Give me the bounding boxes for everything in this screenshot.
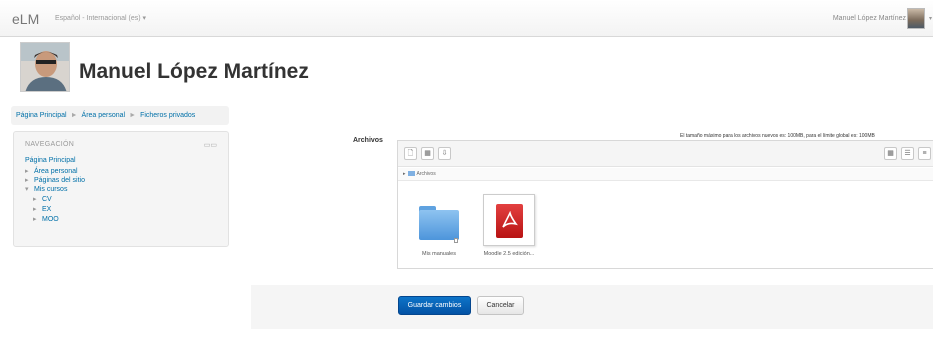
nav-item-label[interactable]: Área personal — [34, 168, 78, 175]
file-manager-path: ▸ Archivos — [398, 168, 933, 181]
folder-menu-icon[interactable] — [454, 238, 458, 243]
site-brand[interactable]: eLM — [12, 11, 39, 27]
file-item-folder[interactable]: Mis manuales — [413, 194, 465, 264]
folder-mini-icon — [407, 171, 415, 176]
breadcrumb-item-private-files[interactable]: Ficheros privados — [140, 112, 195, 119]
expand-arrow-icon: ▸ — [33, 196, 37, 203]
view-tree-icon[interactable]: ≡ — [918, 147, 931, 160]
nav-item-label[interactable]: EX — [42, 206, 51, 213]
user-menu-name[interactable]: Manuel López Martínez — [833, 15, 906, 22]
breadcrumb-separator-icon: ► — [70, 112, 78, 119]
breadcrumb-item-personal-area[interactable]: Área personal — [82, 112, 126, 119]
block-dock-icon[interactable]: ▭▭ — [204, 141, 217, 149]
form-actions-area — [251, 285, 933, 329]
add-file-icon[interactable]: 🗋 — [404, 147, 417, 160]
view-details-icon[interactable]: ☰ — [901, 147, 914, 160]
nav-item-home[interactable]: Página Principal — [25, 157, 76, 164]
collapse-arrow-icon: ▾ — [25, 186, 29, 193]
nav-item-label[interactable]: Mis cursos — [34, 186, 67, 193]
expand-arrow-icon: ▸ — [25, 177, 29, 184]
create-folder-icon[interactable]: ▦ — [421, 147, 434, 160]
breadcrumb: Página Principal ► Área personal ► Ficheros … — [11, 106, 229, 125]
nav-item-label[interactable]: CV — [42, 196, 52, 203]
user-menu-caret-icon[interactable]: ▾ — [929, 15, 932, 22]
profile-picture — [20, 42, 70, 92]
nav-item-personal-area[interactable]: ▸ Área personal — [25, 167, 78, 175]
pdf-file-icon — [496, 204, 523, 238]
view-icons-icon[interactable]: ▦ — [884, 147, 897, 160]
top-navbar: eLM Español - Internacional (es) ▾ Manue… — [0, 0, 933, 37]
folder-thumbnail[interactable] — [413, 194, 465, 246]
breadcrumb-separator-icon: ► — [129, 112, 137, 119]
path-arrow-icon: ▸ — [403, 171, 406, 177]
nav-item-my-courses[interactable]: ▾ Mis cursos — [25, 185, 67, 193]
expand-arrow-icon: ▸ — [33, 206, 37, 213]
file-item-name: Mis manuales — [422, 251, 456, 257]
file-item-pdf[interactable]: Moodle 2.5 edición... — [483, 194, 535, 264]
files-field-label: Archivos — [353, 137, 383, 144]
nav-item-site-pages[interactable]: ▸ Páginas del sitio — [25, 176, 85, 184]
nav-item-label[interactable]: Página Principal — [25, 157, 76, 164]
page-title: Manuel López Martínez — [79, 60, 309, 83]
user-avatar[interactable] — [907, 8, 925, 29]
cancel-button[interactable]: Cancelar — [477, 296, 524, 315]
folder-icon — [419, 206, 459, 240]
download-all-icon[interactable]: ⇩ — [438, 147, 451, 160]
navigation-block-title: NAVEGACIÓN — [25, 141, 75, 148]
file-manager-toolbar: 🗋 ▦ ⇩ ▦ ☰ ≡ — [398, 141, 933, 167]
language-menu[interactable]: Español - Internacional (es) ▾ — [55, 14, 146, 22]
expand-arrow-icon: ▸ — [25, 168, 29, 175]
save-changes-button[interactable]: Guardar cambios — [398, 296, 471, 315]
expand-arrow-icon: ▸ — [33, 216, 37, 223]
file-manager: 🗋 ▦ ⇩ ▦ ☰ ≡ ▸ Archivos Mis manuales Moodl… — [397, 140, 933, 269]
nav-item-course-moo[interactable]: ▸ MOO — [33, 215, 59, 223]
path-root-link[interactable]: Archivos — [417, 171, 436, 177]
nav-item-label[interactable]: Páginas del sitio — [34, 177, 85, 184]
pdf-thumbnail[interactable] — [483, 194, 535, 246]
nav-item-course-ex[interactable]: ▸ EX — [33, 205, 51, 213]
file-item-name: Moodle 2.5 edición... — [483, 251, 535, 257]
nav-item-course-cv[interactable]: ▸ CV — [33, 195, 52, 203]
navigation-block: NAVEGACIÓN ▭▭ Página Principal ▸ Área per… — [13, 131, 229, 247]
nav-item-label[interactable]: MOO — [42, 216, 59, 223]
max-size-note: El tamaño máximo para los archivos nuevo… — [680, 133, 875, 139]
breadcrumb-item-home[interactable]: Página Principal — [16, 112, 67, 119]
